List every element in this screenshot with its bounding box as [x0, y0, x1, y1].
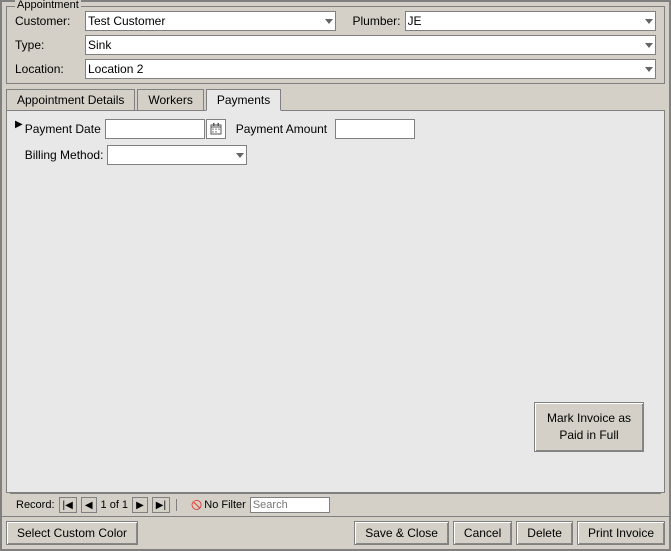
row-indicator: ▶	[15, 119, 23, 130]
main-window: Appointment Customer: Test Customer Plum…	[0, 0, 671, 551]
cancel-button[interactable]: Cancel	[453, 521, 512, 545]
record-label: Record:	[16, 499, 55, 511]
calendar-icon[interactable]	[206, 119, 226, 139]
payment-fields: Payment Date	[25, 119, 656, 171]
location-row: Location: Location 2	[15, 59, 656, 79]
billing-method-label: Billing Method:	[25, 148, 104, 162]
customer-plumber-row: Customer: Test Customer Plumber: JE	[15, 11, 656, 31]
type-label: Type:	[15, 38, 85, 52]
location-label: Location:	[15, 62, 85, 76]
tab-bar: Appointment Details Workers Payments	[6, 88, 665, 110]
nav-next-button[interactable]: ▶	[132, 497, 148, 513]
tab-payments[interactable]: Payments	[206, 89, 281, 111]
record-nav: Record: |◀ ◀ 1 of 1 ▶ ▶| 🚫 No Filter	[10, 493, 661, 516]
tab-workers[interactable]: Workers	[137, 89, 203, 111]
customer-label: Customer:	[15, 14, 85, 28]
tab-content-payments: ▶ Payment Date	[6, 110, 665, 493]
no-filter-area: 🚫 No Filter	[191, 499, 246, 511]
tabs-container: Appointment Details Workers Payments ▶ P…	[6, 88, 665, 516]
type-row: Type: Sink	[15, 35, 656, 55]
nav-prev-button[interactable]: ◀	[81, 497, 97, 513]
plumber-select[interactable]: JE	[405, 11, 656, 31]
payment-date-input[interactable]	[105, 119, 205, 139]
search-input[interactable]	[250, 497, 330, 513]
appointment-section: Appointment Customer: Test Customer Plum…	[6, 6, 665, 84]
content-inner: ▶ Payment Date	[15, 119, 656, 171]
nav-first-button[interactable]: |◀	[59, 497, 77, 513]
mark-invoice-button[interactable]: Mark Invoice as Paid in Full	[534, 402, 644, 452]
select-custom-color-button[interactable]: Select Custom Color	[6, 521, 138, 545]
print-invoice-button[interactable]: Print Invoice	[577, 521, 665, 545]
tab-appointment-details[interactable]: Appointment Details	[6, 89, 135, 111]
payment-date-amount-row: Payment Date	[25, 119, 656, 139]
delete-button[interactable]: Delete	[516, 521, 573, 545]
nav-separator	[176, 499, 177, 511]
bottom-bar: Select Custom Color Save & Close Cancel …	[2, 516, 669, 549]
plumber-label: Plumber:	[352, 14, 400, 28]
save-close-button[interactable]: Save & Close	[354, 521, 449, 545]
section-label: Appointment	[15, 0, 81, 11]
nav-last-button[interactable]: ▶|	[152, 497, 170, 513]
filter-icon: 🚫	[191, 500, 202, 511]
customer-select[interactable]: Test Customer	[85, 11, 336, 31]
billing-method-select[interactable]	[107, 145, 247, 165]
billing-method-row: Billing Method:	[25, 145, 656, 165]
no-filter-label: No Filter	[204, 499, 246, 511]
payment-date-label: Payment Date	[25, 122, 101, 136]
location-select[interactable]: Location 2	[85, 59, 656, 79]
payment-amount-label: Payment Amount	[236, 122, 327, 136]
record-info: 1 of 1	[101, 499, 129, 511]
type-select[interactable]: Sink	[85, 35, 656, 55]
payment-amount-input[interactable]	[335, 119, 415, 139]
